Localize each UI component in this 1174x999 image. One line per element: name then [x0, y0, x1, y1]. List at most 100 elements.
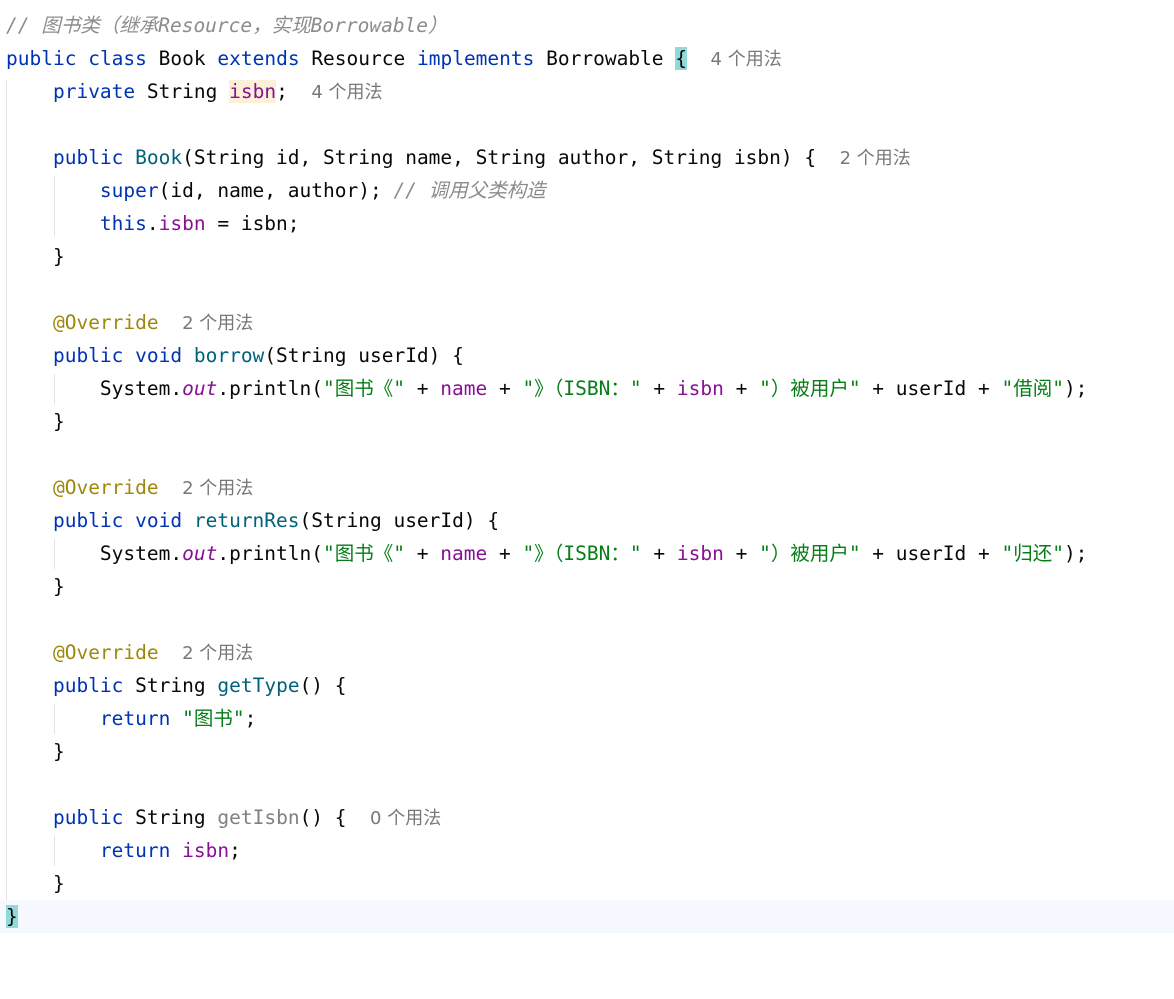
- code-line[interactable]: }: [0, 405, 1174, 438]
- code-line[interactable]: public String getType() {: [0, 669, 1174, 702]
- string-literal: "）被用户": [759, 377, 861, 400]
- string-literal: "借阅": [1001, 377, 1064, 400]
- code-line[interactable]: public Book(String id, String name, Stri…: [0, 141, 1174, 174]
- field-ref-isbn[interactable]: isbn: [182, 839, 229, 862]
- plus-userid: + userId +: [860, 377, 1002, 400]
- override-annotation: @Override: [52, 641, 159, 664]
- keyword-extends: extends: [217, 47, 300, 70]
- code-line[interactable]: this.isbn = isbn;: [0, 207, 1174, 240]
- println-call: .println(: [217, 377, 324, 400]
- field-out[interactable]: out: [182, 542, 217, 565]
- close-brace: }: [52, 245, 65, 268]
- code-line[interactable]: }: [0, 570, 1174, 603]
- usages-hint[interactable]: 4 个用法: [711, 49, 782, 70]
- class-close-brace-highlight: }: [6, 905, 18, 928]
- keyword-return: return: [99, 839, 171, 862]
- semicolon: ;: [276, 80, 288, 103]
- code-line[interactable]: public String getIsbn() { 0 个用法: [0, 801, 1174, 834]
- method-params: (String userId) {: [264, 344, 464, 367]
- plus-op: +: [723, 542, 760, 565]
- field-ref-isbn[interactable]: isbn: [677, 377, 724, 400]
- plus-op: +: [405, 377, 441, 400]
- field-type: String: [146, 80, 218, 103]
- code-line[interactable]: System.out.println("图书《" + name + "》（ISB…: [0, 372, 1174, 405]
- code-line[interactable]: @Override 2 个用法: [0, 636, 1174, 669]
- string-literal: "图书《": [323, 377, 405, 400]
- method-params: () {: [299, 674, 347, 697]
- class-name[interactable]: Book: [159, 47, 206, 70]
- semicolon: ;: [244, 707, 257, 730]
- usages-hint[interactable]: 2 个用法: [182, 313, 253, 334]
- string-literal: "》（ISBN：": [522, 542, 642, 565]
- override-annotation: @Override: [52, 311, 159, 334]
- code-line[interactable]: @Override 2 个用法: [0, 471, 1174, 504]
- code-line[interactable]: // 图书类（继承Resource，实现Borrowable）: [0, 9, 1174, 42]
- close-brace: }: [52, 575, 65, 598]
- string-literal: "）被用户": [759, 542, 861, 565]
- constructor-name[interactable]: Book: [135, 146, 182, 169]
- current-code-line[interactable]: }: [0, 900, 1174, 933]
- inline-comment: // 调用父类构造: [393, 179, 546, 202]
- code-line[interactable]: super(id, name, author); // 调用父类构造: [0, 174, 1174, 207]
- string-literal: "归还": [1001, 542, 1064, 565]
- usages-hint[interactable]: 2 个用法: [182, 478, 253, 499]
- keyword-class: class: [88, 47, 147, 70]
- assign-rest: = isbn;: [205, 212, 300, 235]
- return-type: String: [135, 806, 206, 829]
- dot: .: [146, 212, 159, 235]
- plus-op: +: [723, 377, 760, 400]
- close-brace: }: [52, 740, 65, 763]
- usages-hint[interactable]: 2 个用法: [840, 148, 911, 169]
- plus-userid: + userId +: [860, 542, 1002, 565]
- keyword-public: public: [52, 146, 124, 169]
- method-name-returnres[interactable]: returnRes: [194, 509, 300, 532]
- string-literal: "图书": [182, 707, 245, 730]
- interface-name[interactable]: Borrowable: [546, 47, 663, 70]
- usages-hint[interactable]: 0 个用法: [370, 808, 441, 829]
- method-name-gettype[interactable]: getType: [217, 674, 299, 697]
- code-line[interactable]: public class Book extends Resource imple…: [0, 42, 1174, 75]
- code-line[interactable]: public void borrow(String userId) {: [0, 339, 1174, 372]
- field-ref-name[interactable]: name: [440, 542, 487, 565]
- method-name-borrow[interactable]: borrow: [194, 344, 264, 367]
- code-line[interactable]: return "图书";: [0, 702, 1174, 735]
- code-line[interactable]: System.out.println("图书《" + name + "》（ISB…: [0, 537, 1174, 570]
- code-line[interactable]: }: [0, 867, 1174, 900]
- keyword-super: super: [99, 179, 159, 202]
- keyword-return: return: [99, 707, 171, 730]
- override-annotation: @Override: [52, 476, 159, 499]
- code-line[interactable]: @Override 2 个用法: [0, 306, 1174, 339]
- parent-class-name[interactable]: Resource: [311, 47, 405, 70]
- string-literal: "》（ISBN：": [522, 377, 642, 400]
- field-ref-isbn[interactable]: isbn: [677, 542, 724, 565]
- usages-hint[interactable]: 4 个用法: [311, 82, 382, 103]
- class-comment: // 图书类（继承Resource，实现Borrowable）: [6, 14, 448, 37]
- plus-op: +: [487, 542, 523, 565]
- code-editor[interactable]: // 图书类（继承Resource，实现Borrowable） public c…: [0, 0, 1174, 948]
- plus-op: +: [405, 542, 441, 565]
- return-type: String: [135, 674, 206, 697]
- system-class: System.: [99, 542, 183, 565]
- field-out[interactable]: out: [182, 377, 217, 400]
- open-brace-highlight: {: [675, 47, 688, 70]
- keyword-public-void: public void: [52, 509, 183, 532]
- call-end: );: [1063, 377, 1088, 400]
- code-line[interactable]: }: [0, 735, 1174, 768]
- plus-op: +: [641, 377, 677, 400]
- system-class: System.: [99, 377, 183, 400]
- method-name-getisbn[interactable]: getIsbn: [217, 806, 299, 829]
- keyword-public-void: public void: [52, 344, 183, 367]
- keyword-public: public: [52, 806, 124, 829]
- code-line[interactable]: }: [0, 240, 1174, 273]
- field-name-isbn[interactable]: isbn: [229, 80, 277, 103]
- close-brace: }: [52, 872, 65, 895]
- field-ref-name[interactable]: name: [440, 377, 487, 400]
- usages-hint[interactable]: 2 个用法: [182, 643, 253, 664]
- println-call: .println(: [217, 542, 324, 565]
- keyword-this: this: [99, 212, 147, 235]
- semicolon: ;: [229, 839, 241, 862]
- code-line[interactable]: private String isbn; 4 个用法: [0, 75, 1174, 108]
- code-line[interactable]: public void returnRes(String userId) {: [0, 504, 1174, 537]
- field-ref-isbn[interactable]: isbn: [159, 212, 206, 235]
- code-line[interactable]: return isbn;: [0, 834, 1174, 867]
